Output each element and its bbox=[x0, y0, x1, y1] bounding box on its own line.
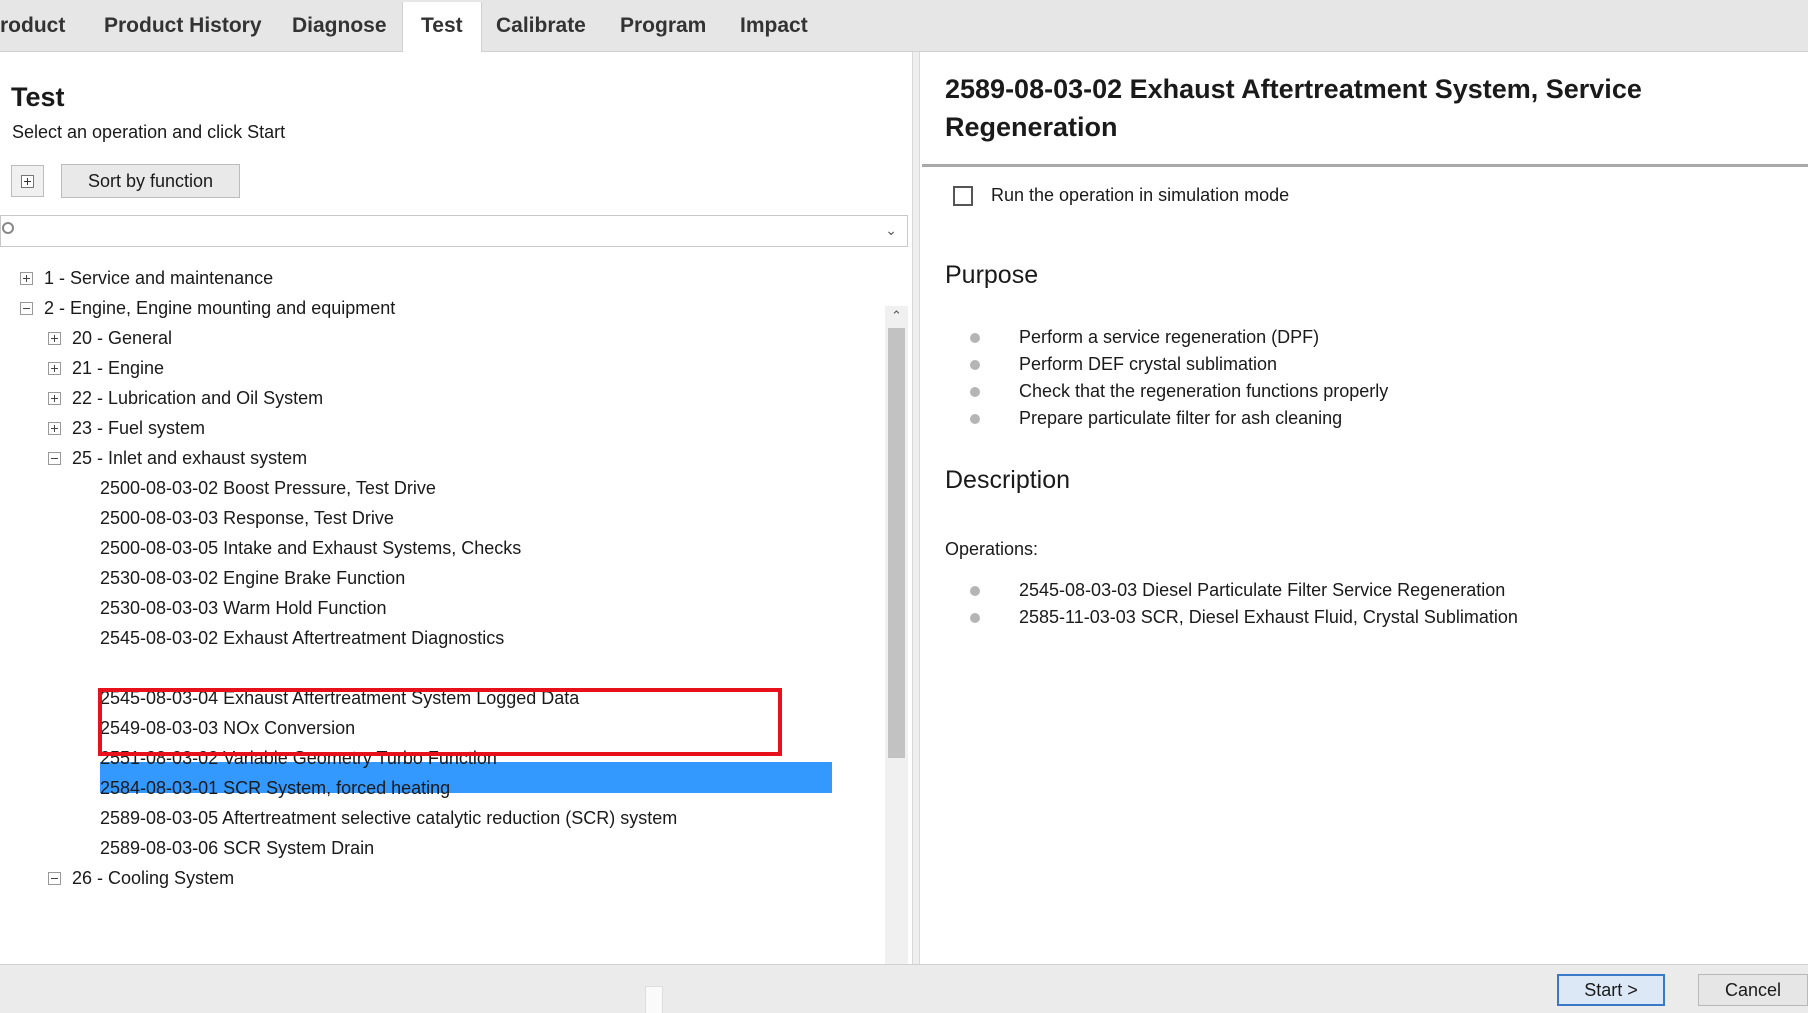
tree-node-label: 21 - Engine bbox=[72, 358, 165, 378]
tree-node-label: 22 - Lubrication and Oil System bbox=[72, 388, 324, 408]
expand-icon[interactable] bbox=[48, 392, 61, 405]
tab-bar: roduct Product History Diagnose Test Cal… bbox=[0, 0, 1808, 52]
tab-test[interactable]: Test bbox=[402, 2, 482, 52]
scrollbar-thumb[interactable] bbox=[645, 986, 663, 1013]
tree-leaf-operation[interactable]: 2545-08-03-02 Exhaust Aftertreatment Dia… bbox=[100, 623, 504, 653]
operation-details-panel: 2589-08-03-02 Exhaust Aftertreatment Sys… bbox=[920, 52, 1808, 964]
annotation-highlight-box bbox=[98, 688, 782, 756]
expand-icon[interactable] bbox=[20, 272, 33, 285]
operation-list-panel: Test Select an operation and click Start… bbox=[0, 52, 912, 1013]
chevron-down-icon[interactable]: ⌄ bbox=[885, 222, 897, 239]
bullet-icon bbox=[970, 414, 980, 424]
tree-leaf-operation[interactable]: 2530-08-03-03 Warm Hold Function bbox=[100, 593, 386, 623]
tree-leaf-operation[interactable]: 2589-08-03-05 Aftertreatment selective c… bbox=[100, 803, 677, 833]
title-divider bbox=[922, 164, 1808, 167]
bullet-icon bbox=[970, 333, 980, 343]
tree-node-label: 1 - Service and maintenance bbox=[44, 268, 274, 288]
expand-all-button[interactable] bbox=[11, 165, 44, 197]
tree-node-label: 25 - Inlet and exhaust system bbox=[72, 448, 308, 468]
expand-icon[interactable] bbox=[48, 422, 61, 435]
collapse-icon[interactable] bbox=[48, 452, 61, 465]
tab-impact[interactable]: Impact bbox=[722, 2, 826, 50]
panel-title: Test bbox=[11, 82, 65, 112]
expand-icon[interactable] bbox=[48, 332, 61, 345]
cancel-button[interactable]: Cancel bbox=[1698, 974, 1808, 1006]
expand-icon[interactable] bbox=[48, 362, 61, 375]
tab-diagnose[interactable]: Diagnose bbox=[274, 2, 405, 50]
tree-leaf-operation[interactable]: 2500-08-03-03 Response, Test Drive bbox=[100, 503, 394, 533]
tree-leaf-operation[interactable]: 2530-08-03-02 Engine Brake Function bbox=[100, 563, 405, 593]
tree-node-label: 2 - Engine, Engine mounting and equipmen… bbox=[44, 298, 396, 318]
bullet-icon bbox=[970, 613, 980, 623]
collapse-icon[interactable] bbox=[20, 302, 33, 315]
tree-leaf-operation[interactable]: 2584-08-03-01 SCR System, forced heating bbox=[100, 773, 450, 803]
bullet-icon bbox=[970, 360, 980, 370]
tab-calibrate[interactable]: Calibrate bbox=[478, 2, 604, 50]
scroll-up-icon[interactable]: ⌃ bbox=[891, 308, 902, 324]
purpose-heading: Purpose bbox=[945, 261, 1039, 289]
footer-bar: Start > Cancel bbox=[0, 964, 1808, 1013]
tree-node-label: 23 - Fuel system bbox=[72, 418, 206, 438]
panel-subtitle: Select an operation and click Start bbox=[12, 122, 286, 142]
scrollbar-thumb[interactable] bbox=[888, 328, 905, 758]
operation-title: 2589-08-03-02 Exhaust Aftertreatment Sys… bbox=[945, 74, 1642, 142]
tab-program[interactable]: Program bbox=[602, 2, 724, 50]
tree-node-label: 26 - Cooling System bbox=[72, 868, 235, 888]
search-icon bbox=[2, 222, 14, 234]
tab-product-history[interactable]: Product History bbox=[86, 2, 280, 50]
simulation-mode-checkbox[interactable] bbox=[953, 186, 973, 206]
operations-label: Operations: bbox=[945, 539, 1039, 559]
description-heading: Description bbox=[945, 466, 1071, 494]
tree-leaf-operation[interactable]: 2500-08-03-05 Intake and Exhaust Systems… bbox=[100, 533, 521, 563]
tab-product[interactable]: roduct bbox=[0, 2, 83, 50]
panel-splitter[interactable] bbox=[912, 52, 920, 964]
plus-box-icon bbox=[21, 175, 34, 188]
tree-leaf-operation[interactable]: 2589-08-03-06 SCR System Drain bbox=[100, 833, 374, 863]
sort-by-function-button[interactable]: Sort by function bbox=[61, 164, 240, 198]
collapse-icon[interactable] bbox=[48, 872, 61, 885]
tree-leaf-operation[interactable]: 2500-08-03-02 Boost Pressure, Test Drive bbox=[100, 473, 436, 503]
bullet-icon bbox=[970, 387, 980, 397]
horizontal-scrollbar[interactable] bbox=[0, 973, 912, 1013]
tree-node-label: 20 - General bbox=[72, 328, 173, 348]
operation-tree: 1 - Service and maintenance 2 - Engine, … bbox=[0, 255, 885, 961]
start-button[interactable]: Start > bbox=[1557, 974, 1665, 1006]
tree-leaf-operation-selected[interactable]: 2589-08-03-02 Exhaust Aftertreatment Sys… bbox=[102, 653, 656, 683]
simulation-mode-label[interactable]: Run the operation in simulation mode bbox=[991, 185, 1289, 206]
filter-input[interactable]: ⌄ bbox=[0, 215, 908, 247]
bullet-icon bbox=[970, 586, 980, 596]
tree-scrollbar[interactable]: ⌃ ⌄ bbox=[885, 306, 908, 1013]
